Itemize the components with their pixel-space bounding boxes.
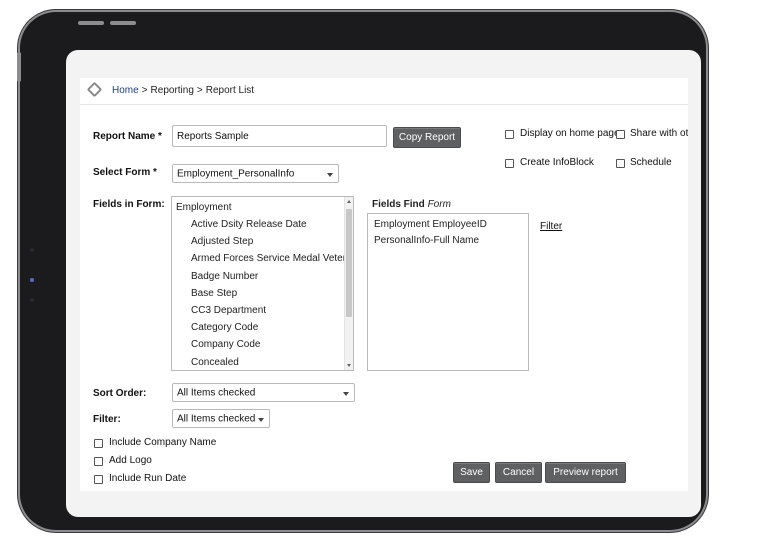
fields-find-title-bold: Fields Find <box>372 199 425 210</box>
list-item[interactable]: Badge Number <box>191 271 258 282</box>
report-editor: Home > Reporting > Report List Report Name *… <box>80 78 688 491</box>
include-run-date-checkbox[interactable] <box>94 475 103 484</box>
list-item[interactable]: Base Step <box>191 288 237 299</box>
list-item[interactable]: Adjusted Step <box>191 236 253 247</box>
breadcrumb-separator: > <box>196 85 203 96</box>
sort-order-label: Sort Order: <box>93 388 147 399</box>
app-logo-icon[interactable] <box>86 81 103 98</box>
sensor-dot <box>30 298 34 302</box>
sensor-dot <box>30 248 34 252</box>
list-item[interactable]: PersonalInfo-Full Name <box>374 235 479 246</box>
include-company-name-label: Include Company Name <box>109 437 217 448</box>
breadcrumb-bar: Home > Reporting > Report List <box>80 78 688 105</box>
power-button <box>110 21 136 25</box>
preview-report-button[interactable]: Preview report <box>545 462 626 483</box>
select-form-value: Employment_PersonalInfo <box>177 168 295 179</box>
add-logo-label: Add Logo <box>109 455 152 466</box>
breadcrumb-reporting[interactable]: Reporting <box>151 85 194 96</box>
breadcrumb-current: Report List <box>205 85 255 96</box>
list-item[interactable]: Armed Forces Service Medal Vetera <box>191 253 352 264</box>
create-infoblock-label: Create InfoBlock <box>520 157 594 168</box>
tablet-screen: Home > Reporting > Report List Report Name *… <box>66 50 701 517</box>
display-home-checkbox[interactable] <box>505 130 514 139</box>
list-item[interactable]: CC3 Department <box>191 305 266 316</box>
create-infoblock-checkbox[interactable] <box>505 159 514 168</box>
fields-in-form-listbox[interactable]: Employment Active Dsity Release Date Adj… <box>171 196 354 371</box>
scroll-down-icon[interactable] <box>347 364 351 367</box>
sort-order-dropdown[interactable]: All Items checked <box>172 383 355 402</box>
schedule-checkbox[interactable] <box>616 159 625 168</box>
share-with-label: Share with oth <box>630 128 688 139</box>
include-run-date-label: Include Run Date <box>109 473 187 484</box>
filter-link[interactable]: Filter <box>540 221 562 232</box>
include-company-name-checkbox[interactable] <box>94 439 103 448</box>
report-name-label: Report Name * <box>93 131 162 142</box>
chevron-down-icon <box>258 417 264 422</box>
filter-label: Filter: <box>93 414 121 425</box>
fields-find-title-italic: Form <box>427 199 451 210</box>
list-item[interactable]: Category Code <box>191 322 258 333</box>
save-button[interactable]: Save <box>453 462 490 483</box>
list-item[interactable]: Active Dsity Release Date <box>191 219 307 230</box>
list-group-header[interactable]: Employment <box>176 202 232 213</box>
tablet-frame: Home > Reporting > Report List Report Name *… <box>17 12 706 530</box>
sort-order-value: All Items checked <box>177 387 256 398</box>
breadcrumb: Home > Reporting > Report List <box>112 85 254 96</box>
breadcrumb-home-link[interactable]: Home <box>112 85 139 96</box>
select-form-label: Select Form * <box>93 167 157 178</box>
display-home-label: Display on home page <box>520 128 620 139</box>
camera-icon <box>30 278 34 282</box>
scroll-up-icon[interactable] <box>347 200 351 203</box>
fields-find-title: Fields Find Form <box>372 199 451 210</box>
select-form-dropdown[interactable]: Employment_PersonalInfo <box>172 164 339 183</box>
share-with-checkbox[interactable] <box>616 130 625 139</box>
chevron-down-icon <box>343 391 349 396</box>
copy-report-button[interactable]: Copy Report <box>393 127 461 148</box>
report-name-input[interactable] <box>172 125 387 147</box>
scroll-thumb[interactable] <box>346 209 352 317</box>
list-item[interactable]: Company Code <box>191 339 260 350</box>
list-item[interactable]: Employment EmployeeID <box>374 219 487 230</box>
filter-dropdown[interactable]: All Items checked <box>172 409 270 428</box>
fields-in-form-label: Fields in Form: <box>93 199 165 210</box>
filter-value: All Items checked <box>177 413 256 424</box>
breadcrumb-separator: > <box>141 85 148 96</box>
schedule-label: Schedule <box>630 157 672 168</box>
add-logo-checkbox[interactable] <box>94 457 103 466</box>
fields-scrollbar[interactable] <box>344 197 353 370</box>
list-item[interactable]: Concealed <box>191 357 239 368</box>
cancel-button[interactable]: Cancel <box>495 462 542 483</box>
volume-button <box>78 21 104 25</box>
fields-find-listbox[interactable]: Employment EmployeeID PersonalInfo-Full … <box>367 213 529 371</box>
chevron-down-icon <box>327 172 333 177</box>
side-button <box>17 52 21 82</box>
